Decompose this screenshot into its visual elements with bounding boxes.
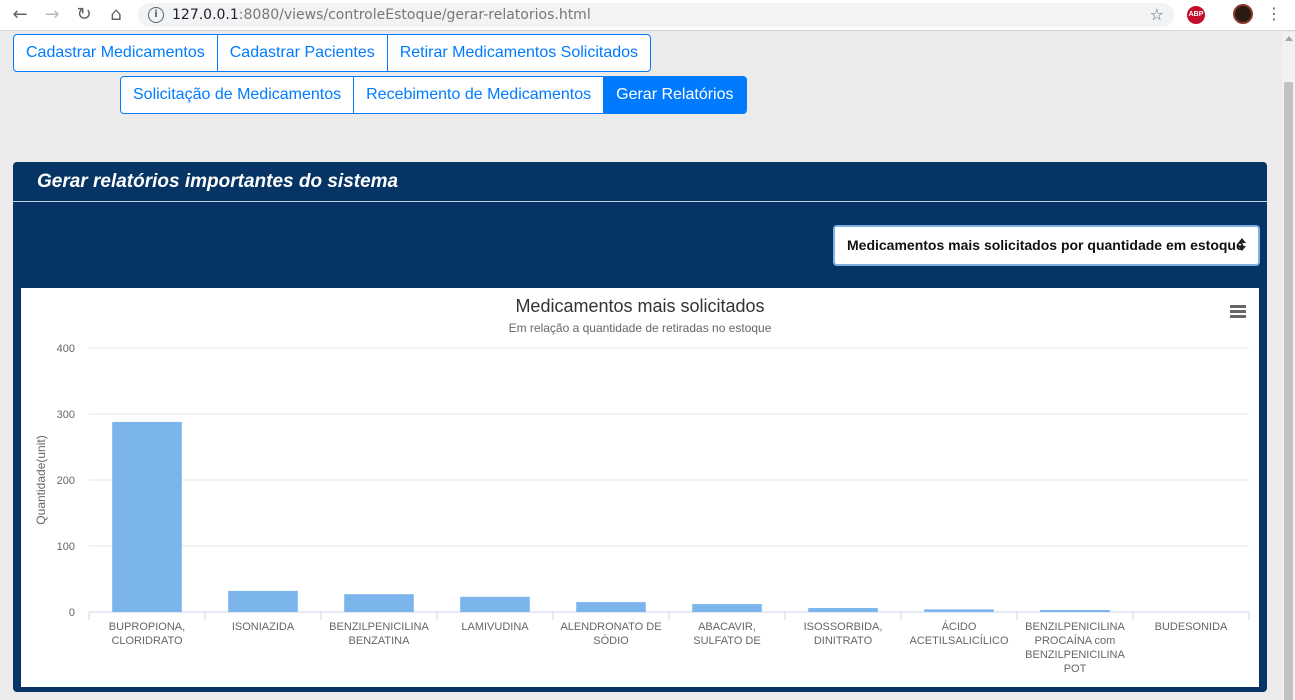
y-axis-title: Quantidade(unit)	[34, 435, 48, 524]
panel-header: Gerar relatórios importantes do sistema	[13, 162, 1267, 202]
panel-title: Gerar relatórios importantes do sistema	[37, 171, 399, 192]
y-tick-label: 300	[57, 409, 75, 421]
bar	[692, 604, 762, 612]
chart-subtitle: Em relação a quantidade de retiradas no …	[509, 321, 772, 335]
forward-icon[interactable]: →	[40, 3, 64, 27]
hamburger-menu-icon[interactable]	[1230, 305, 1246, 318]
bar-chart: Medicamentos mais solicitados Em relação …	[34, 296, 1250, 675]
x-tick-label: ABACAVIR, SULFATO DE	[693, 621, 760, 647]
chart-container: Medicamentos mais solicitados Em relação …	[21, 288, 1259, 687]
report-panel: Gerar relatórios importantes do sistema …	[13, 162, 1267, 692]
select-caret-icon	[1238, 238, 1246, 254]
bar	[344, 594, 414, 612]
y-tick-label: 400	[57, 343, 75, 355]
bar	[460, 596, 530, 612]
nav-retirar-medicamentos-button[interactable]: Retirar Medicamentos Solicitados	[386, 34, 652, 72]
page-scrollbar[interactable]	[1282, 32, 1295, 700]
reload-icon[interactable]: ↻	[72, 3, 96, 27]
nav-cadastrar-pacientes-button[interactable]: Cadastrar Pacientes	[216, 34, 388, 72]
nav-gerar-relatorios-button[interactable]: Gerar Relatórios	[603, 76, 747, 114]
x-tick-label: ISONIAZIDA	[232, 621, 295, 633]
browser-toolbar: ← → ↻ ⌂ i 127.0.0.1:8080/views/controleE…	[0, 0, 1295, 31]
profile-avatar[interactable]	[1233, 4, 1253, 24]
nav-cadastrar-medicamentos-button[interactable]: Cadastrar Medicamentos	[13, 34, 218, 72]
nav-group-primary: Cadastrar Medicamentos Cadastrar Pacient…	[13, 34, 652, 72]
star-icon[interactable]: ☆	[1150, 5, 1164, 24]
report-type-select-value: Medicamentos mais solicitados por quanti…	[847, 237, 1244, 253]
adblock-extension-icon[interactable]: ABP	[1187, 6, 1205, 24]
info-icon[interactable]: i	[148, 7, 164, 23]
home-icon[interactable]: ⌂	[104, 3, 128, 27]
bar	[112, 421, 182, 612]
scrollbar-thumb[interactable]	[1284, 82, 1293, 700]
y-tick-label: 0	[69, 607, 75, 619]
x-tick-label: ÁCIDO ACETILSALICÍLICO	[909, 620, 1008, 647]
y-tick-label: 100	[57, 541, 75, 553]
address-bar[interactable]: i 127.0.0.1:8080/views/controleEstoque/g…	[138, 3, 1174, 27]
nav-group-secondary: Solicitação de Medicamentos Recebimento …	[120, 76, 747, 114]
bar	[924, 609, 994, 612]
x-tick-label: BENZILPENICILINA BENZATINA	[329, 621, 429, 647]
x-tick-label: ALENDRONATO DE SÓDIO	[560, 621, 661, 647]
x-tick-label: BUDESONIDA	[1155, 621, 1228, 633]
chart-title: Medicamentos mais solicitados	[515, 296, 764, 316]
bar	[1040, 610, 1110, 612]
x-tick-label: LAMIVUDINA	[461, 621, 529, 633]
menu-icon[interactable]: ⋮	[1266, 4, 1282, 23]
nav-solicitacao-medicamentos-button[interactable]: Solicitação de Medicamentos	[120, 76, 355, 114]
bar	[576, 602, 646, 612]
nav-recebimento-medicamentos-button[interactable]: Recebimento de Medicamentos	[353, 76, 605, 114]
x-tick-label: BENZILPENICILINA PROCAÍNA com BENZILPENICI…	[1025, 621, 1125, 675]
bar	[228, 590, 298, 612]
x-tick-label: BUPROPIONA, CLORIDRATO	[109, 621, 185, 647]
url-text[interactable]: 127.0.0.1:8080/views/controleEstoque/ger…	[172, 7, 591, 23]
back-icon[interactable]: ←	[8, 3, 32, 27]
report-type-select[interactable]: Medicamentos mais solicitados por quanti…	[833, 225, 1260, 266]
scroll-up-arrow-icon[interactable]	[1285, 36, 1293, 41]
y-tick-label: 200	[57, 475, 75, 487]
x-tick-label: ISOSSORBIDA, DINITRATO	[804, 621, 883, 647]
bar	[808, 608, 878, 612]
